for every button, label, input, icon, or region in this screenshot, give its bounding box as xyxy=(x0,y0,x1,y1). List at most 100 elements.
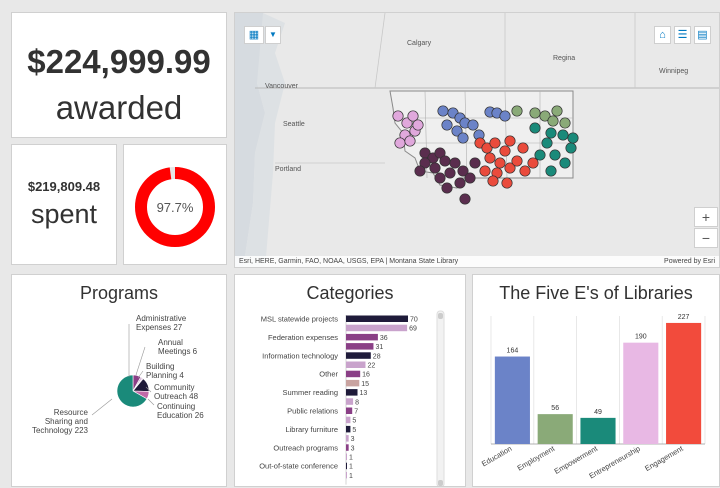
category-bar[interactable] xyxy=(346,407,353,415)
map-canvas[interactable]: Calgary Regina Winnipeg Vancouver Seattl… xyxy=(235,13,720,268)
library-point[interactable] xyxy=(511,155,523,167)
five-es-bar[interactable] xyxy=(623,342,659,444)
gauge-value: 97.7% xyxy=(157,200,194,215)
pie-label: Administrative Expenses 27 xyxy=(136,314,187,332)
library-point[interactable] xyxy=(565,142,577,154)
library-point[interactable] xyxy=(457,132,469,144)
library-point[interactable] xyxy=(479,165,491,177)
library-point[interactable] xyxy=(441,182,453,194)
home-icon[interactable]: ⌂ xyxy=(654,26,671,44)
category-label: Library furniture xyxy=(285,425,338,434)
library-point[interactable] xyxy=(529,107,541,119)
library-point[interactable] xyxy=(545,165,557,177)
library-point[interactable] xyxy=(394,137,406,149)
library-point[interactable] xyxy=(547,115,559,127)
library-point[interactable] xyxy=(527,157,539,169)
library-point[interactable] xyxy=(441,119,453,131)
five-es-bar[interactable] xyxy=(494,356,530,444)
map-label-vancouver: Vancouver xyxy=(265,83,299,90)
library-point[interactable] xyxy=(494,157,506,169)
category-label: Information technology xyxy=(262,351,338,360)
library-point[interactable] xyxy=(467,119,479,131)
five-es-category-label: Engagement xyxy=(643,443,685,473)
library-point[interactable] xyxy=(444,167,456,179)
scrollbar-thumb-bottom[interactable] xyxy=(438,480,443,486)
library-point[interactable] xyxy=(439,155,451,167)
layer-list-icon[interactable]: ▤ xyxy=(694,26,711,44)
five-es-bar[interactable] xyxy=(580,417,616,444)
category-label: Outreach programs xyxy=(273,443,338,452)
library-point[interactable] xyxy=(541,137,553,149)
library-point[interactable] xyxy=(517,142,529,154)
category-bar[interactable] xyxy=(346,389,358,396)
category-bar[interactable] xyxy=(346,370,361,378)
category-bar[interactable] xyxy=(346,444,349,451)
category-bar[interactable] xyxy=(346,315,408,323)
category-bar[interactable] xyxy=(346,379,360,387)
zoom-in-button[interactable]: + xyxy=(694,207,718,227)
category-bar[interactable] xyxy=(346,361,366,369)
categories-scrollbar[interactable] xyxy=(436,310,445,487)
zoom-out-button[interactable]: − xyxy=(694,228,718,248)
library-point[interactable] xyxy=(469,157,481,169)
library-point[interactable] xyxy=(519,165,531,177)
category-bar[interactable] xyxy=(346,425,351,433)
library-point[interactable] xyxy=(504,135,516,147)
library-point[interactable] xyxy=(567,132,579,144)
library-point[interactable] xyxy=(501,177,513,189)
chevron-down-icon[interactable]: ▼ xyxy=(265,26,281,44)
category-bar[interactable] xyxy=(346,333,378,341)
library-point[interactable] xyxy=(545,127,557,139)
library-point[interactable] xyxy=(511,105,523,117)
library-point[interactable] xyxy=(412,119,424,131)
category-bar[interactable] xyxy=(346,435,349,442)
five-es-value-label: 56 xyxy=(551,405,559,412)
library-point[interactable] xyxy=(392,110,404,122)
scrollbar-thumb-top[interactable] xyxy=(438,313,443,319)
library-point[interactable] xyxy=(529,122,541,134)
library-point[interactable] xyxy=(559,157,571,169)
library-point[interactable] xyxy=(414,165,426,177)
powered-by[interactable]: Powered by Esri xyxy=(664,256,715,267)
category-value: 36 xyxy=(380,335,388,342)
library-point[interactable] xyxy=(434,172,446,184)
category-bar[interactable] xyxy=(346,343,374,350)
category-value: 1 xyxy=(349,464,353,471)
library-point[interactable] xyxy=(549,149,561,161)
pie-leader-line xyxy=(91,398,113,416)
five-es-bar[interactable] xyxy=(666,322,702,444)
map-card[interactable]: Calgary Regina Winnipeg Vancouver Seattl… xyxy=(234,12,720,268)
library-point[interactable] xyxy=(449,157,461,169)
library-point[interactable] xyxy=(454,177,466,189)
library-point[interactable] xyxy=(499,145,511,157)
category-value: 15 xyxy=(361,381,369,388)
legend-icon[interactable]: ☰ xyxy=(674,26,691,44)
library-point[interactable] xyxy=(404,135,416,147)
category-value: 1 xyxy=(349,455,353,462)
library-point[interactable] xyxy=(499,110,511,122)
category-label: Federation expenses xyxy=(268,333,338,342)
category-bar[interactable] xyxy=(346,324,408,332)
library-point[interactable] xyxy=(459,193,471,205)
library-point[interactable] xyxy=(429,162,441,174)
category-bar[interactable] xyxy=(346,398,354,405)
category-bar[interactable] xyxy=(346,416,351,424)
category-bar[interactable] xyxy=(346,462,347,470)
library-point[interactable] xyxy=(489,137,501,149)
category-bar[interactable] xyxy=(346,453,347,461)
library-point[interactable] xyxy=(557,129,569,141)
library-point[interactable] xyxy=(437,105,449,117)
category-bar[interactable] xyxy=(346,471,347,479)
category-bar[interactable] xyxy=(346,352,371,359)
library-point[interactable] xyxy=(484,152,496,164)
map-label-seattle: Seattle xyxy=(283,121,305,128)
category-label: Out-of-state conference xyxy=(259,462,338,471)
library-point[interactable] xyxy=(487,175,499,187)
basemap-gallery-button[interactable]: ▦ xyxy=(244,26,264,44)
library-point[interactable] xyxy=(464,172,476,184)
library-point[interactable] xyxy=(551,105,563,117)
map-attribution: Esri, HERE, Garmin, FAO, NOAA, USGS, EPA… xyxy=(235,256,719,267)
five-es-bar[interactable] xyxy=(537,414,573,444)
library-point[interactable] xyxy=(559,117,571,129)
pie-label: Building Planning 4 xyxy=(146,362,184,380)
